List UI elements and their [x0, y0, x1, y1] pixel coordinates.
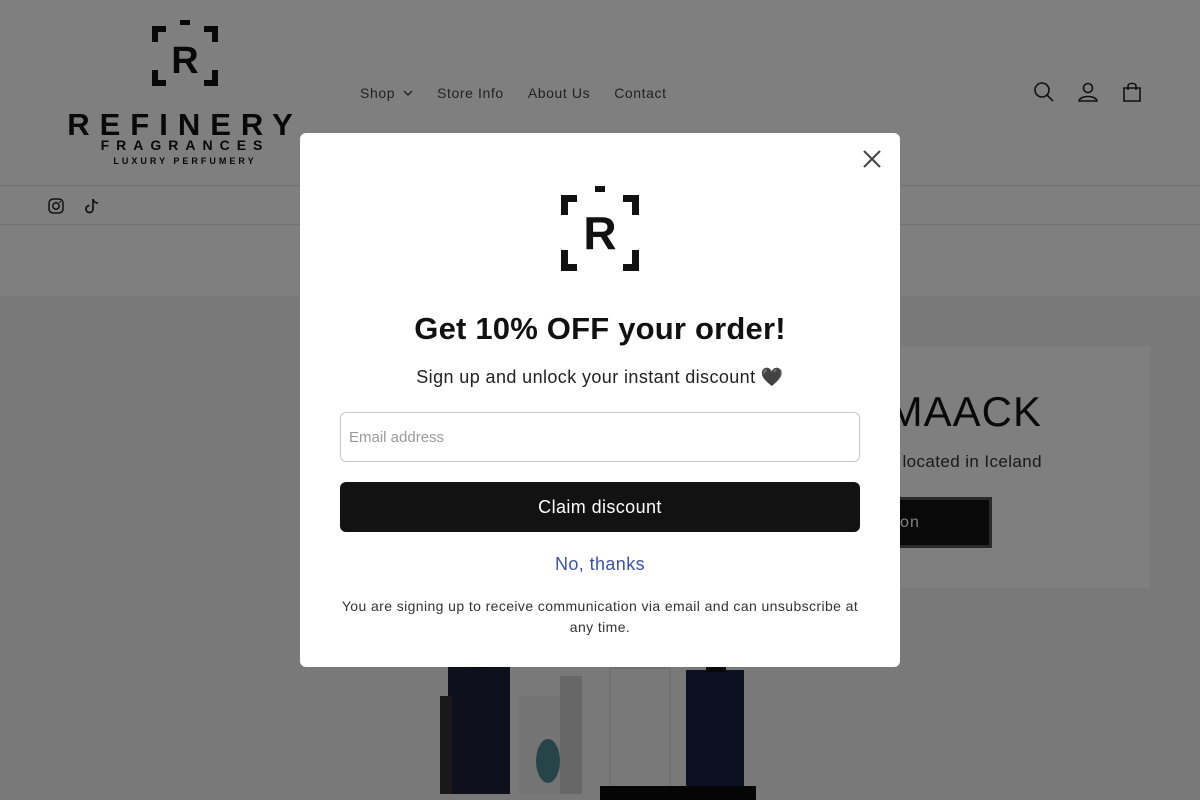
claim-discount-button[interactable]: Claim discount	[340, 482, 860, 532]
modal-heading: Get 10% OFF your order!	[414, 311, 786, 346]
brand-logo-icon: R	[561, 186, 639, 271]
modal-disclaimer: You are signing up to receive communicat…	[341, 598, 859, 635]
decline-link[interactable]: No, thanks	[300, 554, 900, 575]
close-icon	[863, 150, 881, 168]
modal-subheading: Sign up and unlock your instant discount…	[416, 367, 784, 387]
close-button[interactable]	[858, 145, 886, 173]
discount-modal: R Get 10% OFF your order! Sign up and un…	[300, 133, 900, 667]
email-field[interactable]	[340, 412, 860, 462]
svg-text:R: R	[583, 207, 616, 259]
